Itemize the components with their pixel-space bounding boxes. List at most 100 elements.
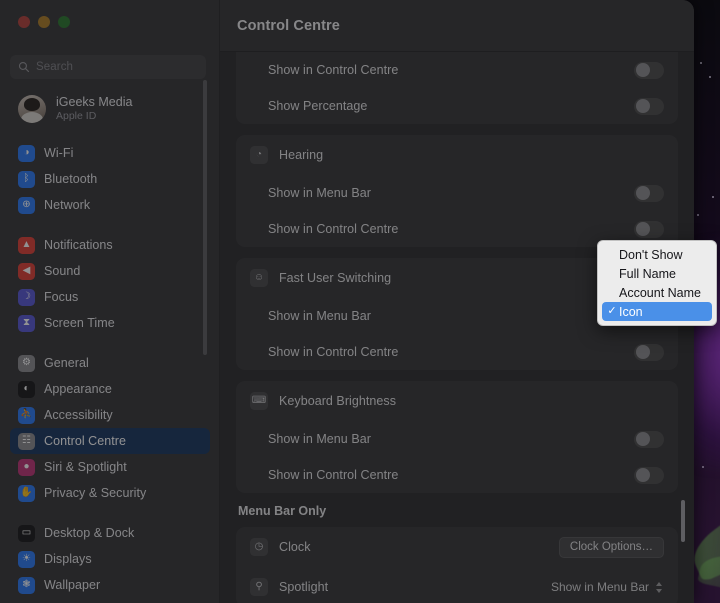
- toggle-switch[interactable]: [634, 430, 664, 448]
- menu-bar-only-title: Menu Bar Only: [238, 504, 327, 518]
- sidebar-item-accessibility[interactable]: ⛹ Accessibility: [10, 402, 210, 428]
- sidebar-scrollbar[interactable]: [203, 80, 207, 355]
- sidebar: Search iGeeks Media Apple ID ◑ Wi-Fi ᛒ Blue…: [0, 0, 220, 603]
- row-label: Show Percentage: [268, 99, 368, 113]
- spotlight-icon: ⚲: [250, 578, 268, 596]
- wallpaper-icon: ❃: [18, 576, 35, 594]
- system-settings-window[interactable]: Search iGeeks Media Apple ID ◑ Wi-Fi ᛒ Blue…: [0, 0, 694, 603]
- settings-row: Show in Menu Bar: [236, 421, 678, 457]
- row-label: Clock: [279, 540, 311, 554]
- settings-card-hearing: ◔ Hearing Show in Menu Bar Show in Control …: [236, 135, 678, 247]
- zoom-button[interactable]: [58, 16, 70, 28]
- toggle-switch[interactable]: [634, 61, 664, 79]
- toggle-knob: [635, 468, 650, 482]
- sidebar-item-control-centre[interactable]: ☷ Control Centre: [10, 428, 210, 454]
- apple-id-account-row[interactable]: iGeeks Media Apple ID: [10, 88, 206, 130]
- sidebar-item-wi-fi[interactable]: ◑ Wi-Fi: [10, 140, 210, 166]
- toggle-switch[interactable]: [634, 343, 664, 361]
- sidebar-item-label: Network: [44, 198, 91, 212]
- sidebar-item-appearance[interactable]: ◐ Appearance: [10, 376, 210, 402]
- minimize-button[interactable]: [38, 16, 50, 28]
- menu-item-account-name[interactable]: Account Name: [598, 283, 716, 302]
- sidebar-item-sound[interactable]: ◀ Sound: [10, 258, 210, 284]
- wallpaper-sparkle: [702, 466, 704, 468]
- sidebar-item-desktop-dock[interactable]: ▭ Desktop & Dock: [10, 520, 210, 546]
- sidebar-item-network[interactable]: ⊕ Network: [10, 192, 210, 218]
- close-button[interactable]: [18, 16, 30, 28]
- network-icon: ⊕: [18, 196, 35, 214]
- popup-button-value: Show in Menu Bar: [550, 580, 649, 594]
- sidebar-item-label: Screen Time: [44, 316, 115, 330]
- sidebar-item-screen-time[interactable]: ⧗ Screen Time: [10, 310, 210, 336]
- desktop-background: Search iGeeks Media Apple ID ◑ Wi-Fi ᛒ Blue…: [0, 0, 720, 603]
- account-name: iGeeks Media: [56, 94, 133, 109]
- sidebar-item-label: Desktop & Dock: [44, 526, 135, 540]
- bluetooth-icon: ᛒ: [18, 170, 35, 188]
- clock-icon: ◷: [250, 538, 268, 556]
- sidebar-group-separator: [0, 336, 220, 350]
- wallpaper-sparkle: [712, 196, 714, 198]
- row-label: Show in Control Centre: [268, 63, 399, 77]
- sidebar-item-focus[interactable]: ☽ Focus: [10, 284, 210, 310]
- menu-item-label: Full Name: [619, 266, 676, 281]
- toggle-switch[interactable]: [634, 184, 664, 202]
- toggle-switch[interactable]: [634, 97, 664, 115]
- toggle-knob: [635, 99, 650, 113]
- popup-button[interactable]: Show in Menu Bar: [551, 580, 664, 594]
- sidebar-item-label: Control Centre: [44, 434, 126, 448]
- row-label: Keyboard Brightness: [279, 394, 396, 408]
- section-header-row: ⚲ Spotlight Show in Menu Bar: [236, 567, 678, 603]
- sidebar-item-label: Wi-Fi: [44, 146, 74, 160]
- search-input[interactable]: Search: [10, 55, 206, 79]
- account-subtitle: Apple ID: [56, 109, 97, 122]
- section-header-row: ◔ Hearing: [236, 135, 678, 175]
- avatar: [18, 95, 46, 123]
- settings-content: Show in Control Centre Show Percentage ◔ He…: [220, 52, 694, 603]
- titlebar: Control Centre: [220, 0, 694, 52]
- settings-row: Show Percentage: [236, 88, 678, 124]
- sidebar-item-displays[interactable]: ☀ Displays: [10, 546, 210, 572]
- displays-icon: ☀: [18, 550, 35, 568]
- sidebar-item-siri-spotlight[interactable]: ● Siri & Spotlight: [10, 454, 210, 480]
- menu-item-label: Icon: [619, 304, 643, 319]
- wallpaper-sparkle: [697, 214, 699, 216]
- toggle-knob: [635, 222, 650, 236]
- row-label: Hearing: [279, 148, 324, 162]
- sidebar-item-label: Displays: [44, 552, 92, 566]
- toggle-switch[interactable]: [634, 220, 664, 238]
- sidebar-item-label: Sound: [44, 264, 81, 278]
- menu-item-full-name[interactable]: Full Name: [598, 264, 716, 283]
- row-label: Spotlight: [279, 580, 329, 594]
- menu-item-label: Account Name: [619, 285, 701, 300]
- menu-item-don-t-show[interactable]: Don't Show: [598, 245, 716, 264]
- clock-options-button[interactable]: Clock Options…: [558, 536, 664, 558]
- fast-user-switching-menu-bar-popup-menu[interactable]: Don't Show Full Name Account Name ✓ Icon: [597, 240, 717, 326]
- settings-row: Show in Control Centre: [236, 52, 678, 88]
- page-title: Control Centre: [237, 17, 340, 34]
- sidebar-item-label: Privacy & Security: [44, 486, 147, 500]
- sidebar-item-notifications[interactable]: ▲ Notifications: [10, 232, 210, 258]
- sidebar-item-label: Appearance: [44, 382, 112, 396]
- main-panel-scrollbar[interactable]: [681, 500, 685, 542]
- sidebar-item-label: Siri & Spotlight: [44, 460, 127, 474]
- toggle-switch[interactable]: [634, 466, 664, 484]
- sidebar-list: ◑ Wi-Fi ᛒ Bluetooth ⊕ Network ▲ Notifications ◀ S…: [0, 140, 220, 598]
- sidebar-item-label: Notifications: [44, 238, 113, 252]
- row-label: Show in Menu Bar: [268, 432, 371, 446]
- sidebar-item-privacy-security[interactable]: ✋ Privacy & Security: [10, 480, 210, 506]
- sidebar-item-general[interactable]: ⚙ General: [10, 350, 210, 376]
- search-icon: [18, 61, 30, 73]
- toggle-knob: [635, 432, 650, 446]
- menu-item-icon[interactable]: ✓ Icon: [602, 302, 712, 321]
- checkmark-icon: ✓: [607, 305, 617, 317]
- window-controls[interactable]: [18, 16, 70, 28]
- row-label: Show in Control Centre: [268, 222, 399, 236]
- row-label: Show in Menu Bar: [268, 309, 371, 323]
- fast-user-switching-icon: ☺: [250, 269, 268, 287]
- section-header-row: ◷ Clock Clock Options…: [236, 527, 678, 567]
- row-label: Show in Menu Bar: [268, 186, 371, 200]
- sidebar-item-bluetooth[interactable]: ᛒ Bluetooth: [10, 166, 210, 192]
- sidebar-group: ▭ Desktop & Dock ☀ Displays ❃ Wallpaper: [0, 520, 220, 598]
- sidebar-item-wallpaper[interactable]: ❃ Wallpaper: [10, 572, 210, 598]
- sidebar-item-label: Wallpaper: [44, 578, 101, 592]
